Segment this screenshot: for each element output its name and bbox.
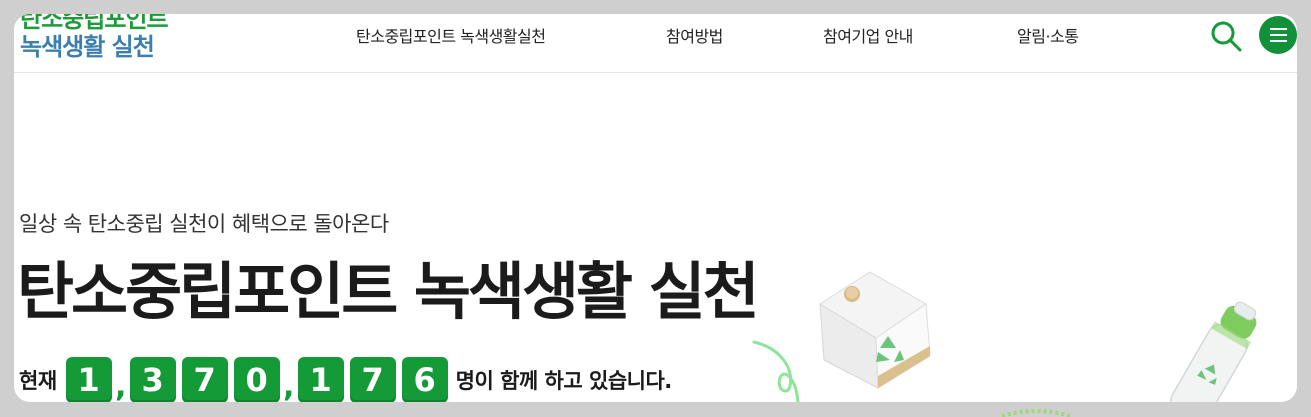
counter-digit: 7 [181, 357, 228, 402]
dashed-arc-decoration-icon [1001, 409, 1071, 417]
counter-digit: 1 [297, 357, 344, 402]
counter-digit: 0 [233, 357, 280, 402]
main-card: 탄소중립포인트 녹색생활 실천 탄소중립포인트 녹색생활실천 참여방법 참여기업… [14, 14, 1297, 402]
water-bottle-recycle-icon [1170, 301, 1257, 402]
hero-title: 탄소중립포인트 녹색생활 실천 [17, 255, 760, 328]
nav-item-companies[interactable]: 참여기업 안내 [823, 23, 913, 47]
counter-comma: , [282, 368, 295, 403]
milk-carton-recycle-icon [819, 271, 931, 389]
counter-prefix: 현재 [19, 369, 57, 393]
counter-comma: , [114, 368, 127, 403]
nav-item-carbon-point[interactable]: 탄소중립포인트 녹색생활실천 [356, 23, 546, 47]
site-header: 탄소중립포인트 녹색생활 실천 탄소중립포인트 녹색생활실천 참여방법 참여기업… [14, 14, 1297, 73]
counter-digit: 7 [349, 357, 396, 402]
counter-digit: 6 [401, 357, 448, 402]
nav-item-notice[interactable]: 알림·소통 [1017, 23, 1079, 47]
participant-counter: 현재 1 , 3 7 0 , 1 7 6 명이 함께 하고 있습니다. [19, 356, 672, 402]
counter-digit: 1 [65, 357, 112, 402]
hamburger-menu-icon[interactable] [1259, 16, 1297, 54]
hero-subtitle: 일상 속 탄소중립 실천이 혜택으로 돌아온다 [19, 212, 389, 236]
main-nav: 탄소중립포인트 녹색생활실천 참여방법 참여기업 안내 알림·소통 [14, 14, 1297, 72]
swirl-decoration-icon [752, 340, 800, 402]
counter-digit: 3 [129, 357, 176, 402]
search-icon[interactable] [1210, 18, 1244, 52]
nav-item-participation[interactable]: 참여방법 [666, 23, 723, 47]
counter-suffix: 명이 함께 하고 있습니다. [455, 369, 673, 393]
